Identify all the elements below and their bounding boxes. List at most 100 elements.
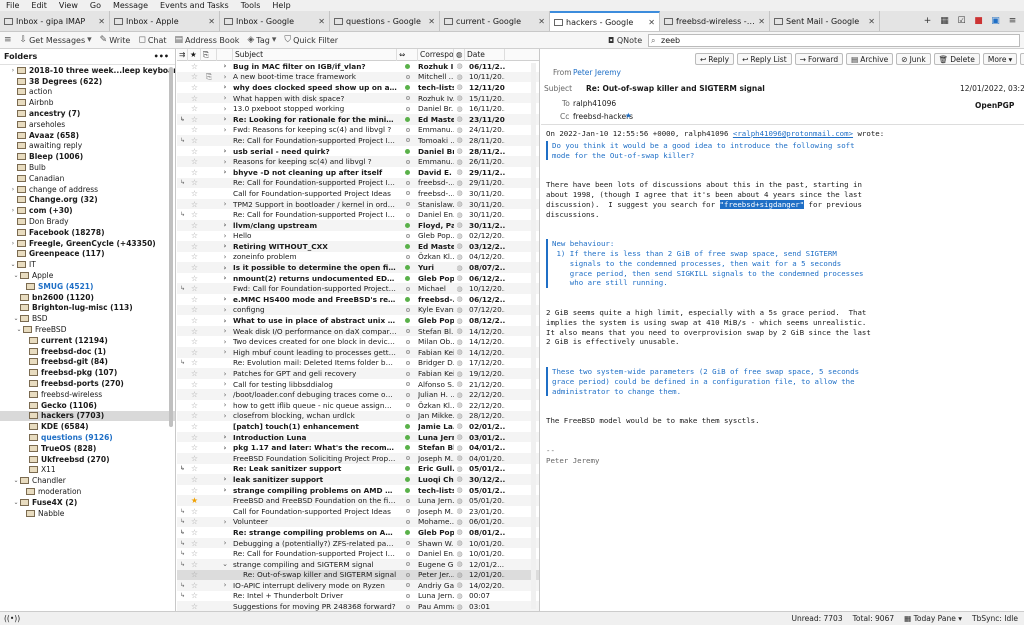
message-row[interactable]: ↳ ☆ Re: Call for Foundation-supported Proj… [177, 177, 539, 189]
folder-item[interactable]: hackers (7703) [0, 410, 175, 422]
star-icon[interactable]: ☆ [188, 104, 201, 113]
junk-status-icon[interactable]: ◍ [454, 136, 465, 144]
twisty-icon[interactable]: › [9, 67, 17, 74]
junk-status-icon[interactable]: ◍ [454, 232, 465, 240]
star-icon[interactable]: ☆ [188, 62, 201, 71]
star-icon[interactable]: ★ [625, 111, 632, 120]
star-icon[interactable]: ☆ [188, 125, 201, 134]
message-row[interactable]: ↳ ☆ Re: Intel + Thunderbolt Driver Luna Jer… [177, 591, 539, 602]
folder-item[interactable]: ⌄ FreeBSD [0, 324, 175, 335]
message-row[interactable]: ☆ › Hello Gleb Pop... ◍ 02/12/20... [177, 231, 539, 242]
junk-status-icon[interactable]: ◍ [454, 285, 465, 293]
star-icon[interactable]: ☆ [188, 327, 201, 336]
message-row[interactable]: ☆ Call for Foundation-supported Project I… [177, 188, 539, 199]
folder-item[interactable]: › com (+30) [0, 205, 175, 216]
twisty-icon[interactable]: ⌄ [9, 261, 17, 268]
junk-status-icon[interactable]: ◍ [454, 550, 465, 558]
junk-status-icon[interactable]: ◍ [454, 158, 465, 166]
read-status-icon[interactable] [397, 74, 418, 79]
junk-status-icon[interactable]: ◍ [454, 73, 465, 81]
star-icon[interactable]: ☆ [188, 316, 201, 325]
junk-status-icon[interactable]: ◍ [454, 592, 465, 600]
read-status-icon[interactable] [397, 350, 418, 355]
star-icon[interactable]: ☆ [188, 401, 201, 410]
twisty-icon[interactable]: ⌄ [12, 499, 20, 506]
folder-item[interactable]: ⌄ Chandler [0, 475, 175, 486]
message-row[interactable]: ☆ ›why does clocked speed show up on arm6… [177, 82, 539, 93]
header-button-qnote[interactable]: QNote [1020, 53, 1024, 65]
star-icon[interactable]: ☆ [188, 369, 201, 378]
junk-status-icon[interactable]: ◍ [454, 274, 465, 282]
junk-status-icon[interactable]: ◍ [454, 391, 465, 399]
message-row[interactable]: ☆ ›strange compiling problems on AMD Ryze… [177, 485, 539, 496]
message-row[interactable]: ↳ ☆ Fwd: Call for Foundation-supported Pro… [177, 283, 539, 295]
twisty-icon[interactable]: › [9, 240, 17, 247]
junk-status-icon[interactable]: ◍ [454, 115, 465, 123]
twisty-icon[interactable]: › [217, 264, 233, 272]
read-status-icon[interactable] [397, 456, 418, 461]
junk-status-icon[interactable]: ◍ [454, 475, 465, 483]
read-status-icon[interactable] [397, 265, 418, 271]
read-status-icon[interactable] [397, 434, 418, 440]
message-row[interactable]: ☆ ›pkg 1.17 and later: What's the recomme… [177, 442, 539, 453]
attachment-column-icon[interactable]: ⎘ [201, 49, 217, 61]
twisty-icon[interactable]: › [217, 126, 233, 134]
read-status-icon[interactable] [397, 106, 418, 111]
junk-status-icon[interactable]: ◍ [454, 242, 465, 250]
close-icon[interactable]: ✕ [428, 17, 435, 26]
tab-2[interactable]: Inbox - Google ✕ [220, 11, 330, 31]
message-row[interactable]: ☆ ›e.MMC HS400 mode and FreeBSD's retune_… [177, 294, 539, 305]
read-status-icon[interactable] [397, 180, 418, 185]
folder-item[interactable]: moderation [0, 486, 175, 497]
chat-button[interactable]: ◻ Chat [138, 35, 166, 45]
folder-item[interactable]: current (12194) [0, 335, 175, 346]
addon-icon[interactable]: ■ [973, 16, 984, 27]
star-icon[interactable]: ☆ [188, 252, 201, 261]
read-status-icon[interactable] [397, 498, 418, 503]
star-icon[interactable]: ☆ [188, 147, 201, 156]
read-status-icon[interactable] [397, 275, 418, 281]
thread-column-icon[interactable]: ⇉ [177, 49, 188, 61]
twisty-icon[interactable]: › [217, 115, 233, 123]
read-status-icon[interactable] [397, 116, 418, 122]
tab-0[interactable]: Inbox - gipa IMAP ✕ [0, 11, 110, 31]
folder-item[interactable]: X11 [0, 464, 175, 475]
close-icon[interactable]: ✕ [758, 17, 765, 26]
read-column-icon[interactable]: ⇔ [397, 49, 418, 61]
star-icon[interactable]: ☆ [188, 591, 201, 600]
star-icon[interactable]: ☆ [188, 200, 201, 209]
header-button-reply[interactable]: ↩ Reply [695, 53, 735, 65]
tasks-icon[interactable]: ☑ [956, 16, 967, 27]
read-status-icon[interactable] [397, 562, 418, 567]
junk-status-icon[interactable]: ◍ [454, 380, 465, 388]
close-icon[interactable]: ✕ [318, 17, 325, 26]
message-row[interactable]: ↳ ☆ Re: Evolution mail: Deleted Items fold… [177, 358, 539, 369]
search-input[interactable]: ⌕ zeeb [648, 34, 1020, 47]
read-status-icon[interactable] [397, 222, 418, 228]
message-row[interactable]: ☆ ›/boot/loader.conf debuging traces come… [177, 389, 539, 400]
message-row[interactable]: ☆ FreeBSD Foundation Soliciting Project P… [177, 452, 539, 464]
message-row[interactable]: ↳ ☆ Re: Call for Foundation-supported Proj… [177, 548, 539, 559]
new-tab-icon[interactable]: + [922, 16, 933, 27]
close-icon[interactable]: ✕ [538, 17, 545, 26]
tab-3[interactable]: questions - Google ✕ [330, 11, 440, 31]
folder-item[interactable]: Brighton-lug-misc (113) [0, 303, 175, 314]
star-icon[interactable]: ☆ [188, 83, 201, 92]
read-status-icon[interactable] [397, 148, 418, 154]
read-status-icon[interactable] [397, 202, 418, 207]
star-icon[interactable]: ☆ [188, 517, 201, 526]
junk-status-icon[interactable]: ◍ [454, 83, 465, 91]
hamburger-button[interactable]: ≡ [4, 35, 12, 45]
star-icon[interactable]: ☆ [188, 72, 201, 81]
message-row[interactable]: ☆ › Two devices created for one block in d… [177, 336, 539, 347]
twisty-icon[interactable]: › [217, 327, 233, 335]
message-row[interactable]: ☆ › Fwd: Reasons for keeping sc(4) and lib… [177, 125, 539, 136]
junk-status-icon[interactable]: ◍ [454, 444, 465, 452]
tab-4[interactable]: current - Google ✕ [440, 11, 550, 31]
junk-status-icon[interactable]: ◍ [454, 338, 465, 346]
read-status-icon[interactable] [397, 339, 418, 344]
message-row[interactable]: ☆ Suggestions for moving PR 248368 forwar… [177, 601, 539, 611]
read-status-icon[interactable] [397, 84, 418, 90]
star-icon[interactable]: ☆ [188, 348, 201, 357]
read-status-icon[interactable] [397, 169, 418, 175]
